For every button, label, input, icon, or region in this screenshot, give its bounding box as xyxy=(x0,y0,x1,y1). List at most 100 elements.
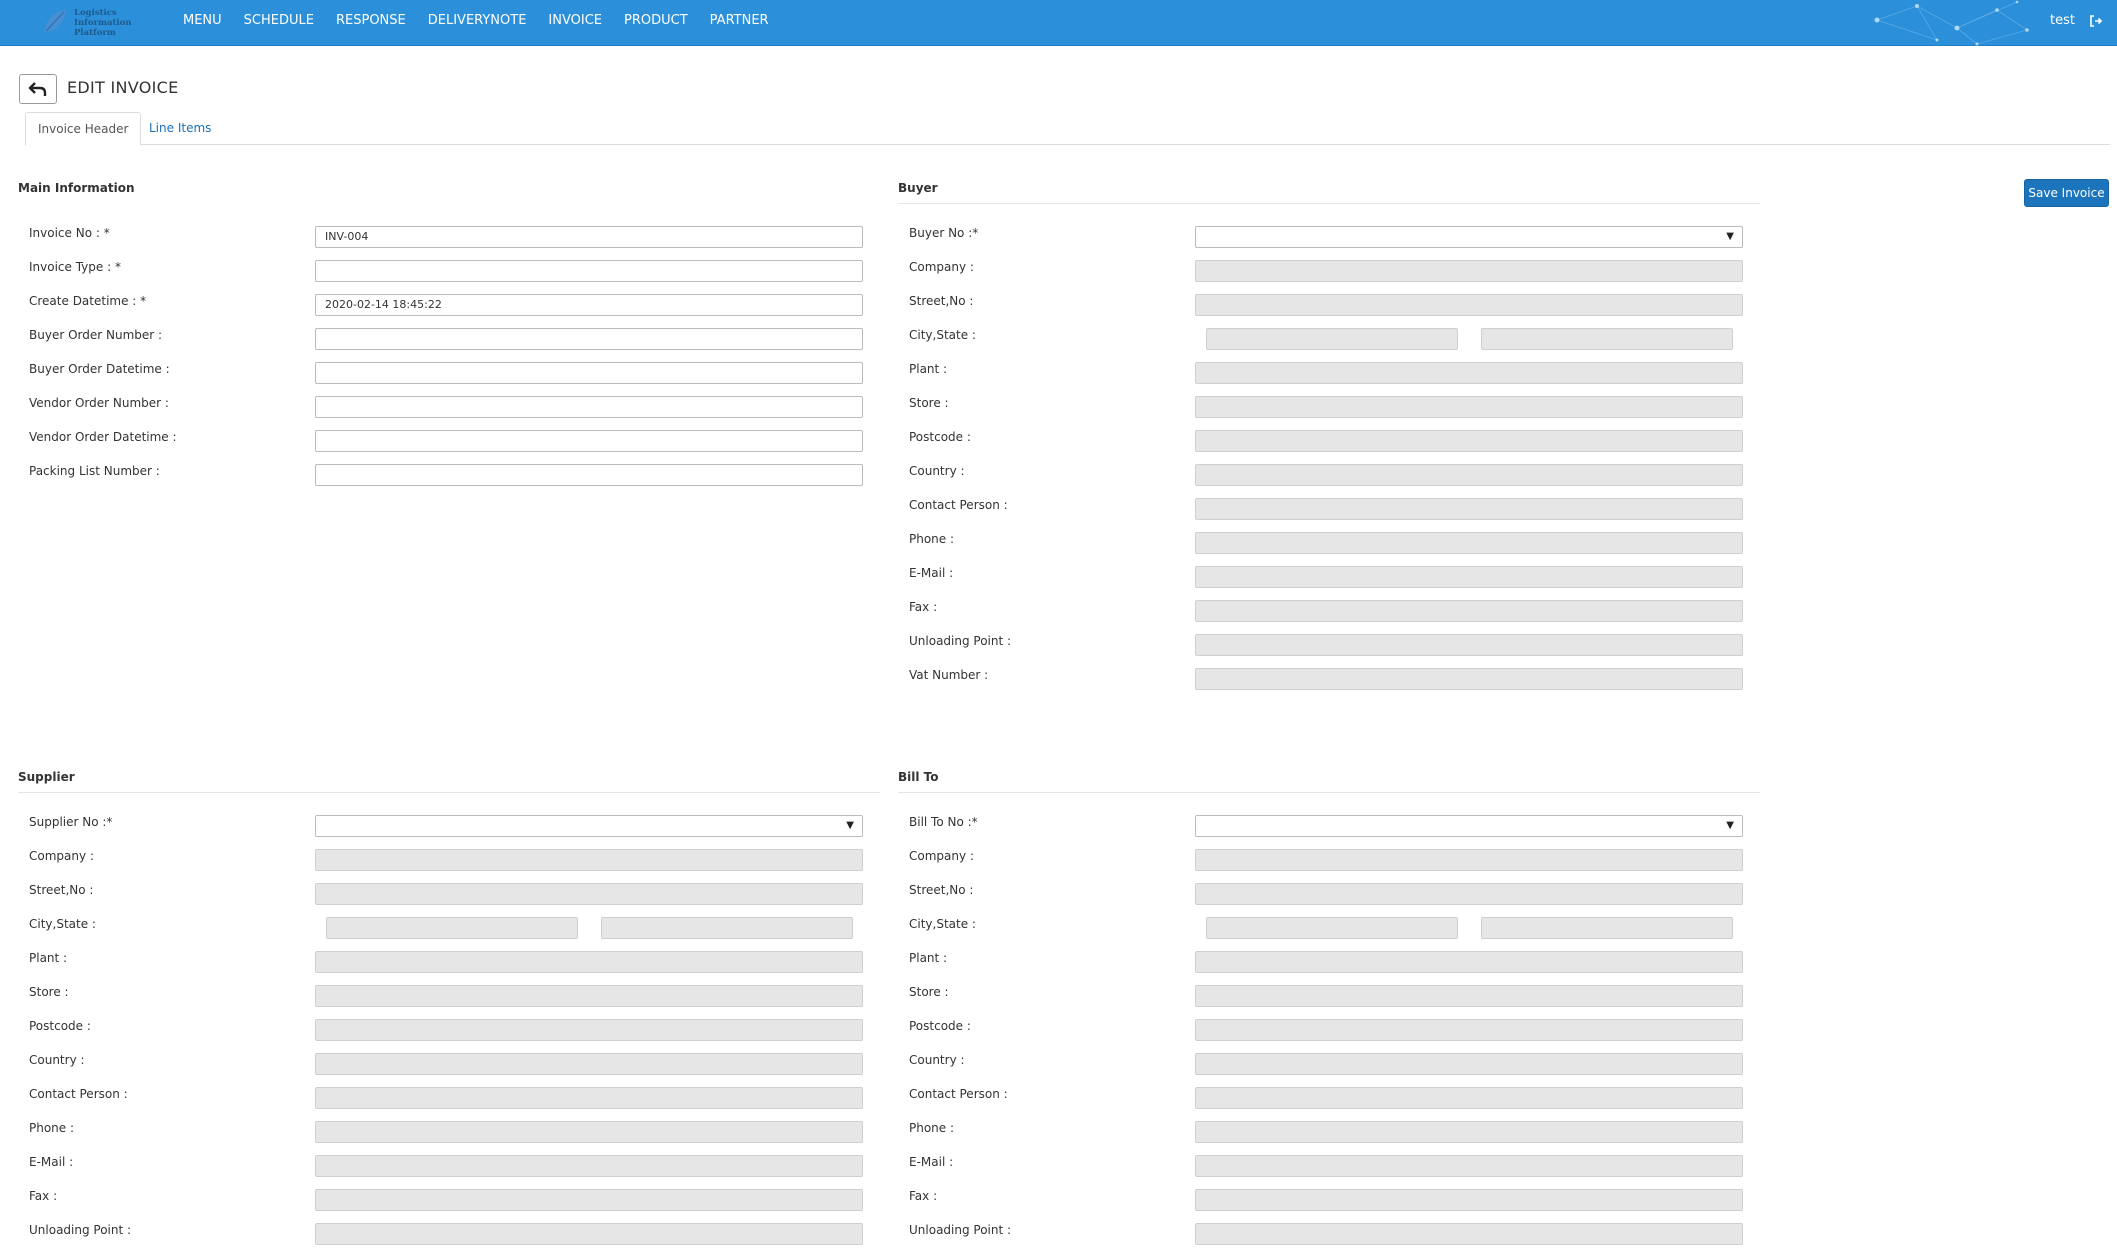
field-label-plant: Plant : xyxy=(29,951,68,965)
billto-bill-to-no-select[interactable]: ▼ xyxy=(1195,815,1743,837)
billto-street-no-field xyxy=(1195,883,1743,905)
form-row: Phone : xyxy=(18,1118,880,1152)
buyer-order-number-input[interactable] xyxy=(315,328,863,350)
billto-city-field xyxy=(1206,917,1458,939)
save-invoice-button[interactable]: Save Invoice xyxy=(2024,179,2109,207)
field-label-e-mail: E-Mail : xyxy=(909,1155,954,1169)
form-row: Packing List Number : xyxy=(18,461,880,495)
section-title-buyer: Buyer xyxy=(898,181,938,195)
field-label-packing-list-number: Packing List Number : xyxy=(29,464,160,478)
field-label-company: Company : xyxy=(909,260,974,274)
form-row: Plant : xyxy=(18,948,880,982)
create-datetime-input[interactable]: 2020-02-14 18:45:22 xyxy=(315,294,863,316)
billto-postcode-field xyxy=(1195,1019,1743,1041)
section-divider xyxy=(18,792,880,793)
form-row: Country : xyxy=(898,461,1760,495)
chevron-down-icon: ▼ xyxy=(1726,231,1734,242)
buyer-buyer-no-select[interactable]: ▼ xyxy=(1195,226,1743,248)
packing-list-number-input[interactable] xyxy=(315,464,863,486)
form-row: Unloading Point : xyxy=(898,631,1760,665)
field-label-create-datetime: Create Datetime : * xyxy=(29,294,147,308)
field-label-contact-person: Contact Person : xyxy=(29,1087,128,1101)
supplier-plant-field xyxy=(315,951,863,973)
billto-company-field xyxy=(1195,849,1743,871)
buyer-e-mail-field xyxy=(1195,566,1743,588)
form-row: City,State : xyxy=(898,914,1760,948)
nav-item-response[interactable]: RESPONSE xyxy=(325,0,417,46)
field-label-contact-person: Contact Person : xyxy=(909,498,1008,512)
nav-item-deliverynote[interactable]: DELIVERYNOTE xyxy=(417,0,538,46)
logo[interactable]: Logistics Information Platform xyxy=(40,4,140,42)
supplier-e-mail-field xyxy=(315,1155,863,1177)
form-row: Create Datetime : * 2020-02-14 18:45:22 xyxy=(18,291,880,325)
buyer-state-field xyxy=(1481,328,1733,350)
supplier-fax-field xyxy=(315,1189,863,1211)
form-row: Vendor Order Number : xyxy=(18,393,880,427)
main-information-fields: Invoice No : * INV-004 Invoice Type : * Cre… xyxy=(18,223,880,495)
section-divider xyxy=(898,203,1760,204)
section-title-main: Main Information xyxy=(18,181,135,195)
nav-item-menu[interactable]: MENU xyxy=(172,0,233,46)
form-row: Unloading Point : xyxy=(898,1220,1760,1254)
form-row: Invoice Type : * xyxy=(18,257,880,291)
logo-leaf-icon xyxy=(44,10,66,33)
section-divider xyxy=(898,792,1760,793)
field-label-unloading-point: Unloading Point : xyxy=(29,1223,132,1237)
form-row: Vendor Order Datetime : xyxy=(18,427,880,461)
supplier-phone-field xyxy=(315,1121,863,1143)
form-row: Contact Person : xyxy=(898,1084,1760,1118)
back-button[interactable] xyxy=(19,74,57,104)
tab-line-items[interactable]: Line Items xyxy=(137,112,223,145)
supplier-street-no-field xyxy=(315,883,863,905)
billto-e-mail-field xyxy=(1195,1155,1743,1177)
billto-phone-field xyxy=(1195,1121,1743,1143)
supplier-fields: Supplier No :* ▼ Company : Street,No : City,… xyxy=(18,812,880,1254)
nav-item-schedule[interactable]: SCHEDULE xyxy=(233,0,325,46)
supplier-supplier-no-select[interactable]: ▼ xyxy=(315,815,863,837)
nav-item-product[interactable]: PRODUCT xyxy=(613,0,699,46)
field-label-contact-person: Contact Person : xyxy=(909,1087,1008,1101)
vendor-order-number-input[interactable] xyxy=(315,396,863,418)
chevron-down-icon: ▼ xyxy=(846,820,854,831)
form-row: Company : xyxy=(18,846,880,880)
buyer-phone-field xyxy=(1195,532,1743,554)
tab-invoice-header[interactable]: Invoice Header xyxy=(25,112,142,146)
buyer-postcode-field xyxy=(1195,430,1743,452)
buyer-order-datetime-input[interactable] xyxy=(315,362,863,384)
field-label-postcode: Postcode : xyxy=(29,1019,91,1033)
undo-arrow-icon xyxy=(28,82,47,96)
buyer-contact-person-field xyxy=(1195,498,1743,520)
vendor-order-datetime-input[interactable] xyxy=(315,430,863,452)
field-label-company: Company : xyxy=(29,849,94,863)
supplier-contact-person-field xyxy=(315,1087,863,1109)
field-label-fax: Fax : xyxy=(909,1189,938,1203)
logo-line-3: Platform xyxy=(74,28,116,38)
supplier-state-field xyxy=(601,917,853,939)
form-row: Fax : xyxy=(898,597,1760,631)
buyer-vat-number-field xyxy=(1195,668,1743,690)
form-row: Street,No : xyxy=(898,291,1760,325)
form-row: Postcode : xyxy=(898,427,1760,461)
form-row: Street,No : xyxy=(898,880,1760,914)
form-row: City,State : xyxy=(18,914,880,948)
field-label-fax: Fax : xyxy=(909,600,938,614)
form-row: Phone : xyxy=(898,1118,1760,1152)
top-navbar: Logistics Information Platform MENU SCHE… xyxy=(0,0,2117,46)
billto-country-field xyxy=(1195,1053,1743,1075)
nav-item-partner[interactable]: PARTNER xyxy=(699,0,780,46)
invoice-no-input[interactable]: INV-004 xyxy=(315,226,863,248)
buyer-city-field xyxy=(1206,328,1458,350)
form-row: Contact Person : xyxy=(898,495,1760,529)
field-label-vendor-order-datetime: Vendor Order Datetime : xyxy=(29,430,177,444)
logout-icon[interactable] xyxy=(2089,14,2103,28)
billto-store-field xyxy=(1195,985,1743,1007)
nav-item-invoice[interactable]: INVOICE xyxy=(537,0,613,46)
field-label-city-state: City,State : xyxy=(909,917,976,931)
field-label-supplier-no: Supplier No :* xyxy=(29,815,113,829)
field-label-unloading-point: Unloading Point : xyxy=(909,1223,1012,1237)
invoice-type-input[interactable] xyxy=(315,260,863,282)
user-name[interactable]: test xyxy=(2050,0,2075,42)
field-label-e-mail: E-Mail : xyxy=(909,566,954,580)
bill-to-fields: Bill To No :* ▼ Company : Street,No : City,S… xyxy=(898,812,1760,1254)
form-row: Bill To No :* ▼ xyxy=(898,812,1760,846)
